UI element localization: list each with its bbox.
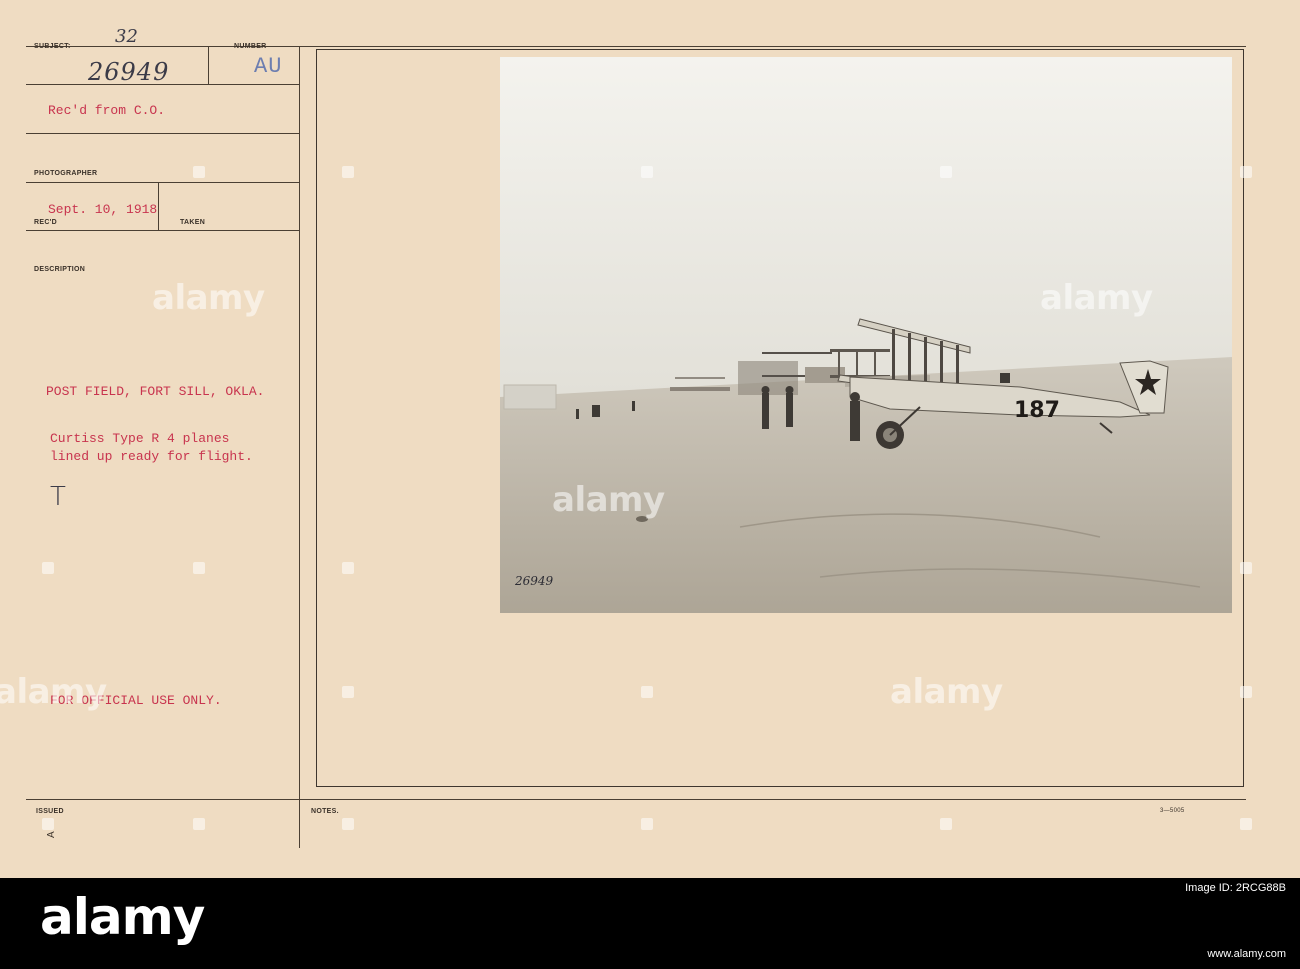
image-id: Image ID: 2RCG88B <box>1185 882 1286 894</box>
watermark-dot <box>1240 818 1252 830</box>
watermark-dot <box>193 562 205 574</box>
taken-label: TAKEN <box>180 219 206 226</box>
watermark-dot <box>342 562 354 574</box>
number-code-stamp: AU <box>254 54 283 79</box>
subject-label: SUBJECT: <box>34 43 71 50</box>
watermark-dot <box>342 686 354 698</box>
watermark-dot <box>940 818 952 830</box>
record-card: SUBJECT: NUMBER PHOTOGRAPHER REC'D TAKEN… <box>0 0 1300 878</box>
photograph: 187 <box>500 57 1232 613</box>
issued-label: ISSUED <box>36 808 64 815</box>
top-rule <box>26 46 1246 47</box>
row-rule-4 <box>26 230 299 231</box>
banner-logo: alamy <box>40 888 205 946</box>
left-column-divider <box>299 46 300 848</box>
watermark-dot <box>193 818 205 830</box>
row-rule-2 <box>26 133 299 134</box>
issued-mark: A <box>45 831 57 838</box>
watermark-dot <box>42 818 54 830</box>
watermark-dot <box>641 818 653 830</box>
watermark-dot <box>1240 686 1252 698</box>
subject-number-divider <box>208 46 209 84</box>
notes-label: NOTES. <box>311 808 339 815</box>
number-label: NUMBER <box>234 43 267 50</box>
description-label: DESCRIPTION <box>34 266 86 273</box>
official-use-text: FOR OFFICIAL USE ONLY. <box>50 693 222 708</box>
watermark-dot <box>342 166 354 178</box>
subject-value: 32 <box>115 26 138 47</box>
watermark-dot <box>1240 562 1252 574</box>
watermark-dot <box>342 818 354 830</box>
form-code: 3—5005 <box>1160 808 1185 814</box>
negative-number: 26949 <box>515 574 554 588</box>
watermark-dot <box>641 686 653 698</box>
row-rule-3 <box>26 182 299 183</box>
site-url: www.alamy.com <box>1207 948 1286 960</box>
recd-taken-divider <box>158 182 159 230</box>
watermark-dot <box>1240 166 1252 178</box>
date-value: Sept. 10, 1918 <box>48 202 158 217</box>
photographer-label: PHOTOGRAPHER <box>34 170 98 177</box>
handwritten-mark: T <box>50 482 66 512</box>
watermark-dot <box>940 166 952 178</box>
location-text: POST FIELD, FORT SILL, OKLA. <box>46 384 265 399</box>
plane-number: 187 <box>1014 398 1060 423</box>
description-line-1: Curtiss Type R 4 planes <box>50 431 230 446</box>
watermark-dot <box>641 166 653 178</box>
watermark-dot <box>42 562 54 574</box>
bottom-rule <box>26 799 1246 800</box>
received-from: Rec'd from C.O. <box>48 103 166 118</box>
number-value: 26949 <box>88 58 170 86</box>
airfield-photo: 187 <box>500 57 1232 613</box>
watermark-1: alamy <box>152 278 265 318</box>
recd-label: REC'D <box>34 219 57 226</box>
description-line-2: lined up ready for flight. <box>50 449 253 464</box>
watermark-dot <box>193 166 205 178</box>
